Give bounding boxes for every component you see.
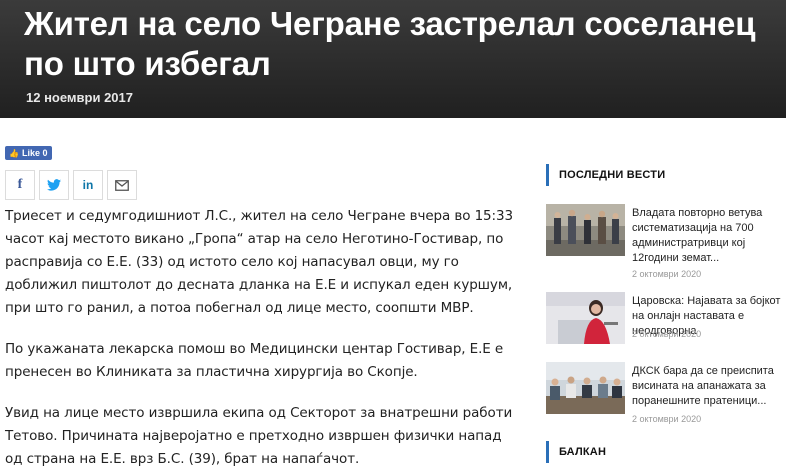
news-date: 2 октомври 2020 (632, 414, 702, 424)
share-linkedin-button[interactable]: in (73, 170, 103, 200)
article-date: 12 ноември 2017 (26, 90, 133, 105)
balkan-section: БАЛКАН (546, 441, 786, 463)
news-date: 2 октомври 2020 (632, 269, 702, 279)
news-title[interactable]: ДКСК бара да се преиспита висината на ап… (632, 364, 782, 409)
article-paragraph: Триесет и седумгодишниот Л.С., жител на … (5, 208, 513, 316)
balkan-heading: БАЛКАН (546, 441, 786, 463)
news-title[interactable]: Владата повторно ветува систематизација … (632, 206, 782, 266)
facebook-like-button[interactable]: 👍 Like 0 (5, 146, 53, 160)
share-email-button[interactable] (107, 170, 137, 200)
news-date: 2 октомври 2020 (632, 329, 702, 339)
email-icon (115, 179, 129, 191)
share-twitter-button[interactable] (39, 170, 69, 200)
article-paragraph: Увид на лице место извршила екипа од Сек… (5, 405, 513, 467)
latest-news-heading: ПОСЛЕДНИ ВЕСТИ (546, 164, 786, 186)
twitter-icon (47, 179, 61, 191)
share-facebook-button[interactable]: f (5, 170, 35, 200)
news-item[interactable]: Царовска: Најавата за бојкот на онлајн н… (546, 292, 786, 364)
thumbs-up-icon: 👍 (9, 148, 19, 158)
sidebar: ПОСЛЕДНИ ВЕСТИ Владата повторно ветува с… (546, 164, 786, 424)
news-thumbnail[interactable] (546, 362, 625, 414)
article-body: Триесет и седумгодишниот Л.С., жител на … (5, 205, 520, 468)
news-item[interactable]: Владата повторно ветува систематизација … (546, 204, 786, 279)
news-thumbnail[interactable] (546, 204, 625, 256)
article-paragraph: По укажаната лекарска помош во Медицинск… (5, 341, 504, 380)
news-item[interactable]: ДКСК бара да се преиспита висината на ап… (546, 362, 786, 434)
article-title: Жител на село Чегране застрелал соселане… (24, 5, 756, 82)
linkedin-icon: in (82, 178, 94, 192)
news-thumbnail[interactable] (546, 292, 625, 344)
facebook-like-label: Like 0 (21, 148, 48, 158)
article-hero: Жител на село Чегране застрелал соселане… (0, 0, 786, 118)
share-bar: f in (5, 170, 137, 200)
facebook-icon: f (17, 177, 23, 192)
